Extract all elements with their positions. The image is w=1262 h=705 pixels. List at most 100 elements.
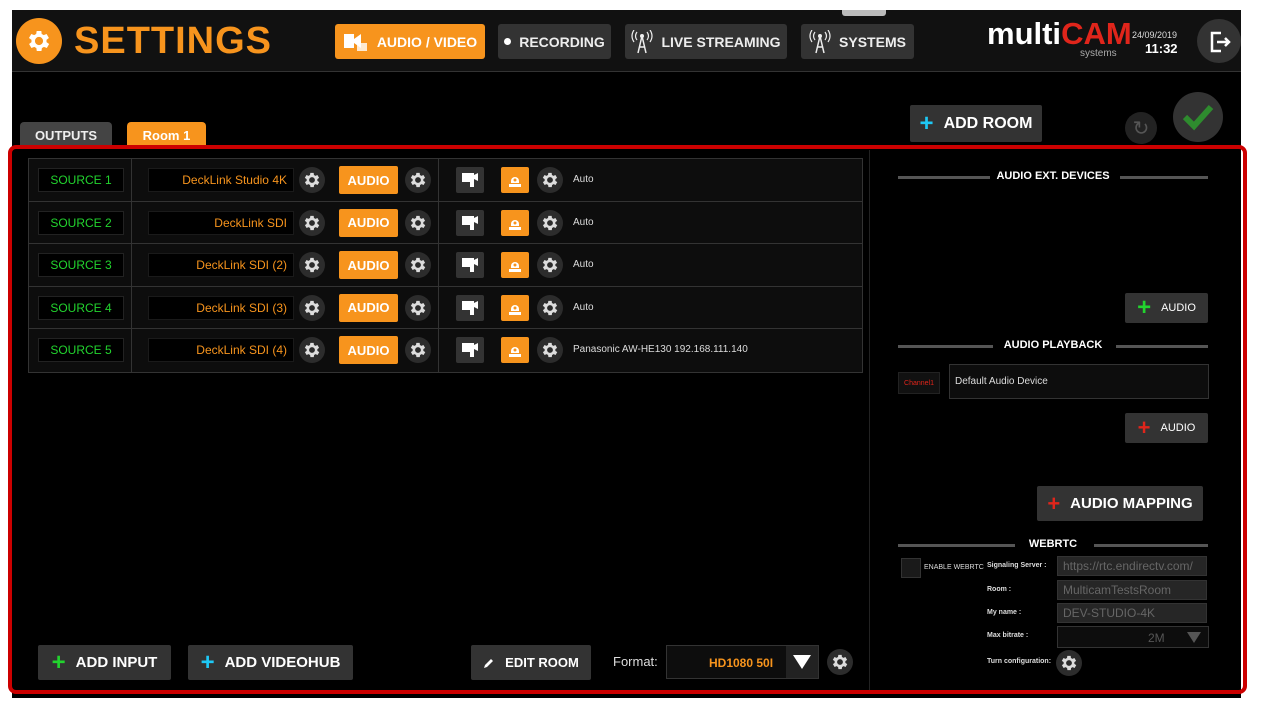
add-videohub-button[interactable]: + ADD VIDEOHUB <box>188 645 353 680</box>
source-audio-button[interactable]: AUDIO <box>339 336 398 364</box>
camera-view-button[interactable] <box>456 209 484 236</box>
gear-icon <box>542 257 558 273</box>
device-settings-button[interactable] <box>299 252 325 278</box>
source-device-select[interactable]: DeckLink SDI (2) <box>148 253 294 277</box>
nav-systems-button[interactable]: SYSTEMS <box>801 24 914 59</box>
audio-ext-devices-title: AUDIO EXT. DEVICES <box>996 170 1110 182</box>
nav-audio-video-label: AUDIO / VIDEO <box>376 33 478 50</box>
device-settings-button[interactable] <box>299 294 325 321</box>
room-content: SOURCE 1 DeckLink Studio 4K AUDIO Auto S… <box>12 150 1241 690</box>
gear-icon <box>410 342 426 358</box>
nav-live-streaming-button[interactable]: LIVE STREAMING <box>625 24 787 59</box>
ptz-settings-button[interactable] <box>537 209 563 236</box>
format-settings-button[interactable] <box>827 649 853 675</box>
column-divider <box>131 159 132 201</box>
plus-icon: + <box>1047 490 1061 516</box>
nav-recording-button[interactable]: RECORDING <box>498 24 611 59</box>
signaling-server-input[interactable]: https://rtc.endirectv.com/ <box>1057 556 1207 576</box>
add-input-button[interactable]: + ADD INPUT <box>38 645 171 680</box>
gear-icon <box>304 257 320 273</box>
add-audio-ext-button[interactable]: + AUDIO <box>1125 293 1208 323</box>
confirm-button[interactable] <box>1173 92 1223 142</box>
audio-settings-button[interactable] <box>405 337 431 363</box>
antenna-icon <box>809 29 831 53</box>
source-audio-button[interactable]: AUDIO <box>339 208 398 237</box>
format-label: Format: <box>613 654 658 669</box>
gear-icon <box>304 300 320 315</box>
format-dropdown-button[interactable] <box>786 646 818 678</box>
ptz-control-button[interactable] <box>501 294 529 321</box>
ptz-settings-button[interactable] <box>537 252 563 278</box>
source-device-select[interactable]: DeckLink SDI <box>148 210 294 235</box>
gear-icon <box>410 172 426 188</box>
camera-view-button[interactable] <box>456 294 484 321</box>
camera-icon <box>462 173 478 187</box>
ptz-control-button[interactable] <box>501 167 529 193</box>
tab-outputs[interactable]: OUTPUTS <box>20 122 112 148</box>
gear-icon <box>410 300 426 315</box>
source-name: SOURCE 2 <box>38 210 124 235</box>
add-audio-playback-button[interactable]: + AUDIO <box>1125 413 1208 443</box>
room-input[interactable]: MulticamTestsRoom <box>1057 580 1207 600</box>
add-room-button[interactable]: + ADD ROOM <box>910 105 1042 142</box>
ptz-camera-icon <box>509 177 521 187</box>
source-row: SOURCE 4 DeckLink SDI (3) AUDIO Auto <box>29 286 862 329</box>
room-label: Room : <box>987 586 1012 593</box>
camera-icon <box>462 215 478 230</box>
exit-button[interactable] <box>1197 19 1241 63</box>
audio-settings-button[interactable] <box>405 294 431 321</box>
source-device-select[interactable]: DeckLink Studio 4K <box>148 168 294 192</box>
source-device-select[interactable]: DeckLink SDI (4) <box>148 338 294 362</box>
device-settings-button[interactable] <box>299 209 325 236</box>
playback-device-select[interactable]: Default Audio Device <box>949 364 1209 399</box>
edit-room-button[interactable]: EDIT ROOM <box>471 645 591 680</box>
ptz-control-button[interactable] <box>501 209 529 236</box>
format-select[interactable]: HD1080 50I <box>666 645 819 679</box>
camera-view-button[interactable] <box>456 167 484 193</box>
source-audio-button[interactable]: AUDIO <box>339 166 398 194</box>
camera-view-button[interactable] <box>456 252 484 278</box>
antenna-icon <box>631 29 654 53</box>
ptz-settings-button[interactable] <box>537 294 563 321</box>
source-row: SOURCE 3 DeckLink SDI (2) AUDIO Auto <box>29 244 862 287</box>
camera-control-label: Auto <box>573 174 594 185</box>
undo-button[interactable]: ↻ <box>1125 112 1157 144</box>
add-input-label: ADD INPUT <box>75 654 158 671</box>
audio-playback-title: AUDIO PLAYBACK <box>1003 339 1103 351</box>
device-settings-button[interactable] <box>299 167 325 193</box>
ptz-control-button[interactable] <box>501 252 529 278</box>
enable-webrtc-checkbox[interactable] <box>901 558 921 578</box>
my-name-input[interactable]: DEV-STUDIO-4K <box>1057 603 1207 623</box>
ptz-control-button[interactable] <box>501 337 529 363</box>
column-divider <box>438 201 439 243</box>
audio-settings-button[interactable] <box>405 252 431 278</box>
ptz-camera-icon <box>509 219 521 230</box>
chevron-down-icon <box>793 655 811 669</box>
checkmark-icon <box>1182 104 1214 131</box>
column-divider <box>131 244 132 286</box>
gear-icon <box>304 342 320 358</box>
max-bitrate-select[interactable]: 2M <box>1057 626 1209 648</box>
audio-mapping-button[interactable]: + AUDIO MAPPING <box>1037 486 1203 521</box>
nav-audio-video-button[interactable]: AUDIO / VIDEO <box>335 24 485 59</box>
audio-settings-button[interactable] <box>405 209 431 236</box>
settings-gear-icon <box>16 18 62 64</box>
brand-accent: CAM <box>1061 16 1132 51</box>
source-audio-button[interactable]: AUDIO <box>339 293 398 322</box>
camera-view-button[interactable] <box>456 337 484 363</box>
plus-icon: + <box>1137 294 1152 321</box>
device-settings-button[interactable] <box>299 337 325 363</box>
ptz-settings-button[interactable] <box>537 337 563 363</box>
audio-settings-button[interactable] <box>405 167 431 193</box>
add-audio-ext-label: AUDIO <box>1161 302 1196 314</box>
settings-window: SETTINGS AUDIO / VIDEO RECORDING LIVE ST… <box>12 10 1241 698</box>
ptz-camera-icon <box>509 262 521 272</box>
camera-control-label: Auto <box>573 216 594 228</box>
ptz-settings-button[interactable] <box>537 167 563 193</box>
gear-icon <box>410 257 426 273</box>
tab-room-1[interactable]: Room 1 <box>127 122 206 148</box>
source-device-select[interactable]: DeckLink SDI (3) <box>148 295 294 320</box>
window-drag-handle[interactable] <box>842 10 886 16</box>
source-audio-button[interactable]: AUDIO <box>339 251 398 279</box>
turn-config-button[interactable] <box>1056 650 1082 676</box>
